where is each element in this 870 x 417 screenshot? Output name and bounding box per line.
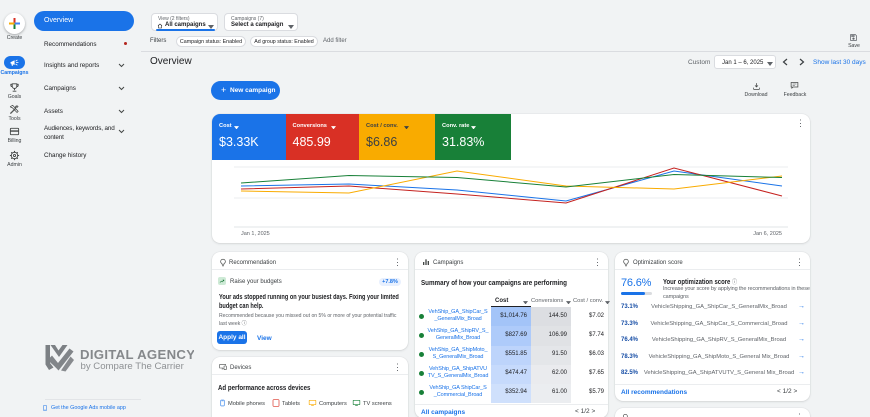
svg-text:DIGITAL AGENCY: DIGITAL AGENCY bbox=[80, 347, 194, 362]
svg-text:by Compare The Carrier: by Compare The Carrier bbox=[81, 361, 185, 372]
svg-text:Jan 6, 2025: Jan 6, 2025 bbox=[753, 231, 782, 237]
svg-text:Jan 1, 2025: Jan 1, 2025 bbox=[241, 231, 270, 237]
